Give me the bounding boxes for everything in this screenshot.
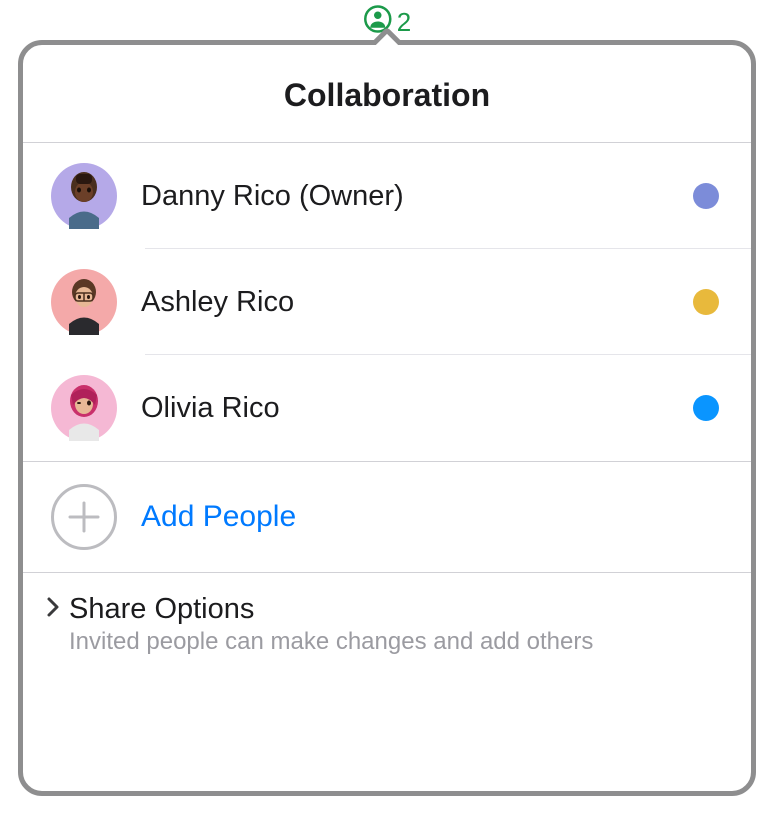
- person-name: Olivia Rico: [141, 392, 669, 425]
- person-row[interactable]: Olivia Rico: [23, 355, 751, 461]
- status-dot: [693, 395, 719, 421]
- collaboration-popover: Collaboration Danny Rico (Owner): [18, 40, 756, 796]
- person-row[interactable]: Ashley Rico: [23, 249, 751, 355]
- chevron-right-icon: [45, 595, 61, 624]
- share-options-title: Share Options: [69, 593, 254, 626]
- status-dot: [693, 183, 719, 209]
- add-people-button[interactable]: Add People: [23, 462, 751, 572]
- person-name: Ashley Rico: [141, 286, 669, 319]
- person-row[interactable]: Danny Rico (Owner): [23, 143, 751, 249]
- people-list: Danny Rico (Owner): [23, 143, 751, 461]
- avatar: [51, 269, 117, 335]
- status-dot: [693, 289, 719, 315]
- share-options-subtitle: Invited people can make changes and add …: [69, 628, 719, 656]
- add-people-label: Add People: [141, 500, 296, 534]
- avatar: [51, 375, 117, 441]
- avatar: [51, 163, 117, 229]
- share-options-button[interactable]: Share Options Invited people can make ch…: [23, 573, 751, 682]
- plus-icon: [51, 484, 117, 550]
- person-name: Danny Rico (Owner): [141, 180, 669, 213]
